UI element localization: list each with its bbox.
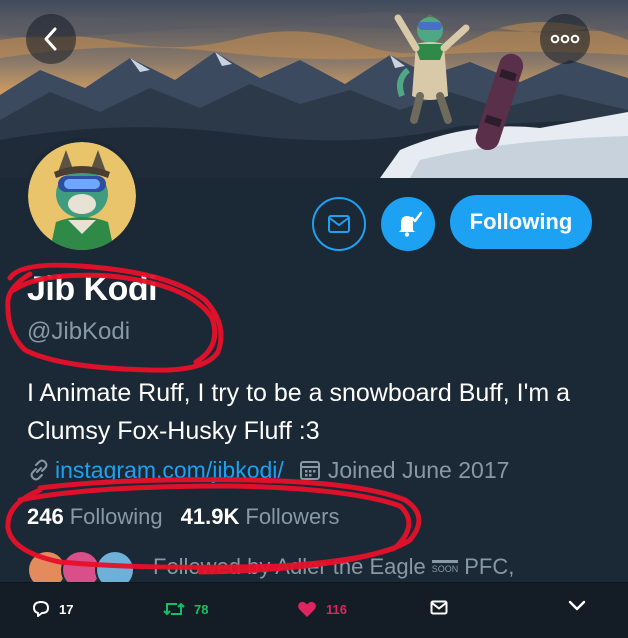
tweet-action-bar: 17 78 116 xyxy=(0,582,628,638)
retweet-icon xyxy=(163,602,185,616)
followed-by-row[interactable]: Followed by Adler the Eagle SOON PFC, xyxy=(27,550,628,584)
follower-avatar xyxy=(95,550,135,584)
envelope-icon xyxy=(328,215,350,233)
profile-link[interactable]: instagram.com/jibkodi/ xyxy=(55,457,284,484)
followers-label: Followers xyxy=(245,504,340,529)
expand-action[interactable] xyxy=(568,600,595,612)
back-button[interactable] xyxy=(26,14,76,64)
follower-avatars xyxy=(27,550,139,584)
profile-bio: I Animate Ruff, I try to be a snowboard … xyxy=(27,379,571,445)
reply-bubble-icon xyxy=(33,601,49,617)
reply-action[interactable]: 17 xyxy=(32,600,73,618)
following-count: 246 xyxy=(27,504,64,529)
profile-meta: instagram.com/jibkodi/ Joined June 2017 xyxy=(27,455,509,485)
followed-by-prefix: Followed by Adler the Eagle xyxy=(153,554,426,579)
profile-name: Jib Kodi xyxy=(27,270,158,308)
bell-check-icon xyxy=(399,211,423,237)
retweet-action[interactable]: 78 xyxy=(163,600,208,618)
profile-stats: 246 Following 41.9K Followers xyxy=(27,504,358,530)
message-button[interactable] xyxy=(312,197,366,251)
followed-by-suffix: PFC, xyxy=(464,554,515,579)
reply-count: 17 xyxy=(59,601,74,617)
heart-icon xyxy=(298,601,316,617)
soon-badge: SOON xyxy=(431,560,459,574)
followers-count: 41.9K xyxy=(180,504,240,529)
following-stat[interactable]: 246 Following xyxy=(27,504,181,530)
envelope-icon xyxy=(430,600,448,615)
retweet-count: 78 xyxy=(194,601,209,617)
like-count: 116 xyxy=(326,601,347,617)
following-label: Following xyxy=(69,504,163,529)
chevron-down-icon xyxy=(568,600,586,611)
notifications-button[interactable] xyxy=(381,197,435,251)
followed-by-text: Followed by Adler the Eagle SOON PFC, xyxy=(153,554,514,580)
followers-stat[interactable]: 41.9K Followers xyxy=(181,504,358,530)
following-button[interactable]: Following xyxy=(450,195,592,249)
more-dots-icon xyxy=(550,34,580,44)
calendar-icon xyxy=(298,458,322,482)
like-action[interactable]: 116 xyxy=(297,600,347,618)
joined-date: Joined June 2017 xyxy=(327,456,510,483)
avatar-image xyxy=(28,142,136,250)
profile-handle: @JibKodi xyxy=(27,318,131,345)
more-options-button[interactable] xyxy=(540,14,590,64)
link-icon xyxy=(27,458,51,482)
chevron-left-icon xyxy=(44,27,57,51)
profile-avatar[interactable] xyxy=(24,138,140,254)
direct-message-action[interactable] xyxy=(430,600,457,615)
